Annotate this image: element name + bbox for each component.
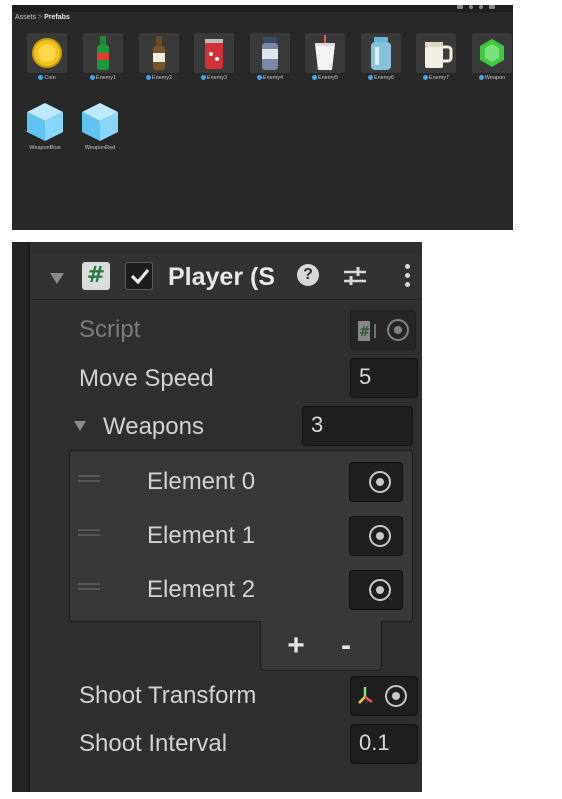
move-speed-field[interactable]: 5 bbox=[350, 358, 418, 398]
toolbar-icon[interactable] bbox=[469, 5, 473, 9]
component-header[interactable]: # Player (S ? bbox=[32, 254, 422, 300]
shoot-transform-label: Shoot Transform bbox=[79, 682, 257, 709]
cup-icon bbox=[305, 33, 345, 73]
toolbar-icon[interactable] bbox=[489, 5, 495, 9]
breadcrumb-current[interactable]: Prefabs bbox=[44, 14, 70, 21]
script-asset-icon: # bbox=[358, 321, 376, 341]
asset-label: Enemy3 bbox=[206, 75, 228, 81]
inspector-gutter bbox=[12, 242, 30, 792]
prefab-icon bbox=[200, 75, 206, 80]
prefab-icon bbox=[38, 75, 44, 80]
shoot-transform-field[interactable] bbox=[350, 676, 418, 716]
asset-label: Enemy6 bbox=[373, 75, 395, 81]
svg-text:#: # bbox=[359, 325, 370, 340]
prefab-icon bbox=[256, 75, 262, 80]
component-enabled-checkbox[interactable] bbox=[125, 262, 153, 290]
object-picker-icon[interactable] bbox=[385, 685, 407, 707]
asset-item-enemy1[interactable]: Enemy1 bbox=[81, 33, 125, 91]
asset-label: Coin bbox=[44, 75, 56, 81]
preset-settings-icon[interactable] bbox=[342, 264, 368, 288]
help-icon[interactable]: ? bbox=[297, 264, 319, 286]
weapons-foldout-arrow-icon[interactable] bbox=[74, 421, 86, 431]
object-picker-icon[interactable] bbox=[369, 525, 391, 547]
breadcrumb: Assets > Prefabs bbox=[15, 13, 70, 23]
asset-item-enemy2[interactable]: Enemy2 bbox=[137, 33, 181, 91]
inspector-panel: # Player (S ? Script # Move Speed 5 Weap… bbox=[12, 242, 422, 792]
remove-element-button[interactable]: - bbox=[329, 629, 363, 663]
asset-item-weaponblue[interactable]: WeaponBlue bbox=[23, 101, 67, 159]
project-toolbar bbox=[12, 5, 513, 12]
list-element-field[interactable] bbox=[349, 570, 403, 610]
object-picker-icon bbox=[387, 319, 409, 341]
drag-handle-icon[interactable] bbox=[78, 475, 100, 483]
checkmark-icon bbox=[130, 268, 150, 284]
list-element-label: Element 0 bbox=[147, 468, 256, 495]
drag-handle-icon[interactable] bbox=[78, 583, 100, 591]
coin-icon bbox=[27, 33, 67, 73]
jar-icon bbox=[361, 33, 401, 73]
asset-item-enemy7[interactable]: Enemy7 bbox=[414, 33, 458, 91]
more-options-icon[interactable] bbox=[405, 264, 411, 288]
prefab-icon bbox=[367, 75, 373, 80]
weapons-size-field[interactable]: 3 bbox=[302, 406, 413, 446]
thermos-icon bbox=[250, 33, 290, 73]
weapons-label[interactable]: Weapons bbox=[103, 412, 204, 442]
breadcrumb-root[interactable]: Assets bbox=[15, 14, 36, 21]
list-element-field[interactable] bbox=[349, 462, 403, 502]
asset-label: Enemy5 bbox=[317, 75, 339, 81]
prefab-icon bbox=[478, 75, 484, 80]
asset-item-coin[interactable]: Coin bbox=[25, 33, 69, 91]
list-element-label: Element 2 bbox=[147, 576, 256, 603]
transform-icon bbox=[358, 687, 373, 704]
script-label: Script bbox=[79, 316, 141, 343]
asset-item-enemy4[interactable]: Enemy4 bbox=[248, 33, 292, 91]
asset-label: Enemy4 bbox=[262, 75, 284, 81]
object-picker-icon[interactable] bbox=[369, 579, 391, 601]
red-can-icon bbox=[194, 33, 234, 73]
project-window: Assets > Prefabs Coin Enemy1 Enemy2 Enemy3… bbox=[12, 5, 513, 230]
brown-bottle-icon bbox=[139, 33, 179, 73]
list-add-remove-footer: + - bbox=[260, 621, 382, 671]
script-field: # bbox=[350, 310, 416, 350]
object-picker-icon[interactable] bbox=[369, 471, 391, 493]
breadcrumb-separator: > bbox=[38, 14, 43, 21]
asset-item-enemy3[interactable]: Enemy3 bbox=[192, 33, 236, 91]
shoot-interval-label: Shoot Interval bbox=[79, 730, 228, 757]
blue-cube-icon bbox=[25, 101, 65, 141]
asset-item-weapon[interactable]: Weapon bbox=[470, 33, 513, 91]
add-element-button[interactable]: + bbox=[279, 629, 313, 663]
shoot-interval-field[interactable]: 0.1 bbox=[350, 724, 418, 764]
asset-label: Enemy7 bbox=[428, 75, 450, 81]
foldout-arrow-icon[interactable] bbox=[50, 273, 64, 284]
toolbar-icon[interactable] bbox=[479, 5, 483, 9]
weapons-list: Element 0 Element 1 Element 2 bbox=[69, 450, 413, 622]
script-icon: # bbox=[82, 262, 110, 290]
toolbar-icon[interactable] bbox=[457, 5, 463, 9]
list-element-label: Element 1 bbox=[147, 522, 256, 549]
asset-item-weaponred[interactable]: WeaponRed bbox=[78, 101, 122, 159]
move-speed-label: Move Speed bbox=[79, 365, 214, 392]
prefab-icon bbox=[89, 75, 95, 80]
blue-cube-icon bbox=[80, 101, 120, 141]
drag-handle-icon[interactable] bbox=[78, 529, 100, 537]
prefab-icon bbox=[311, 75, 317, 80]
asset-label: WeaponRed bbox=[84, 145, 116, 151]
asset-label: Enemy2 bbox=[151, 75, 173, 81]
green-gem-icon bbox=[472, 33, 512, 73]
list-element-field[interactable] bbox=[349, 516, 403, 556]
asset-item-enemy5[interactable]: Enemy5 bbox=[303, 33, 347, 91]
asset-label: Enemy1 bbox=[95, 75, 117, 81]
asset-item-enemy6[interactable]: Enemy6 bbox=[359, 33, 403, 91]
prefab-icon bbox=[422, 75, 428, 80]
mug-icon bbox=[416, 33, 456, 73]
asset-label: Weapon bbox=[484, 75, 506, 81]
green-bottle-icon bbox=[83, 33, 123, 73]
asset-label: WeaponBlue bbox=[29, 145, 61, 151]
component-title: Player (S bbox=[168, 263, 276, 291]
prefab-icon bbox=[145, 75, 151, 80]
